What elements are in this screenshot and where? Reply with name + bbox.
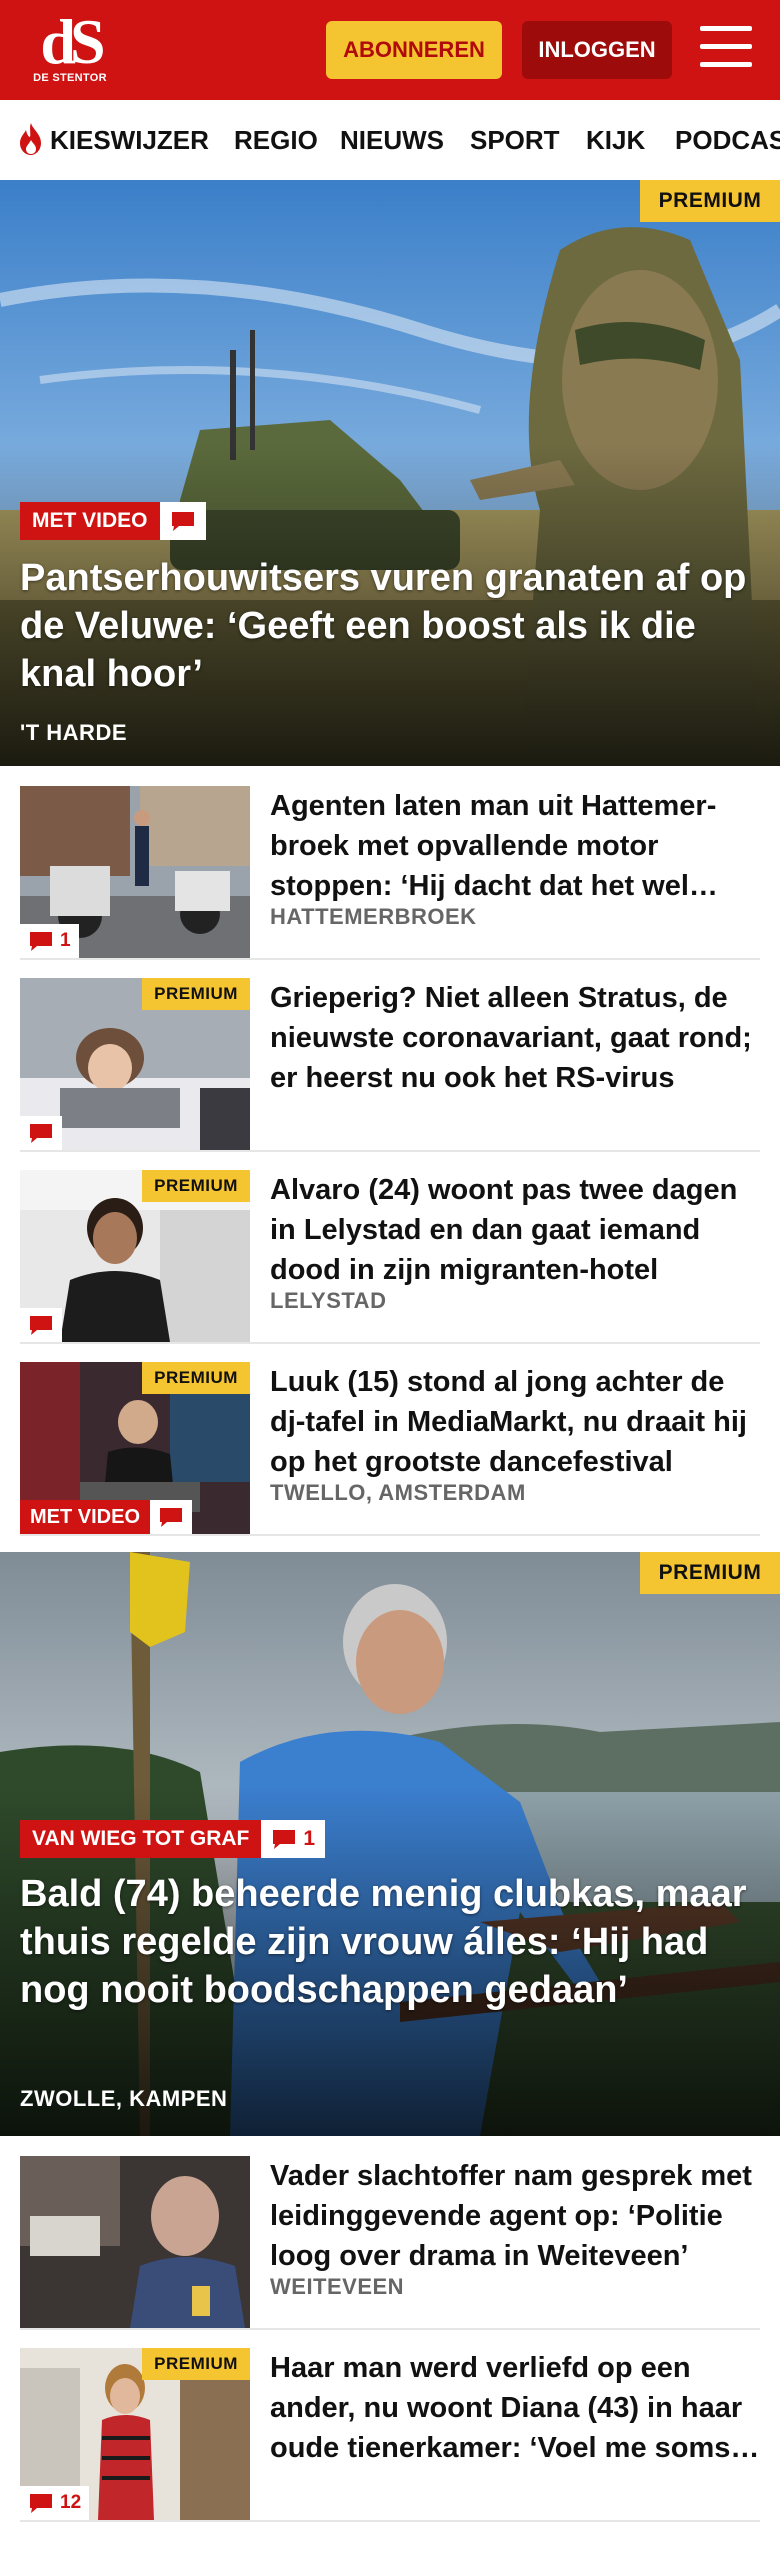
hero-title[interactable]: Bald (74) beheerde menig clubkas, maar t…: [20, 1870, 760, 2014]
hero-location: ZWOLLE, KAMPEN: [20, 2086, 228, 2111]
video-tag: MET VIDEO: [20, 502, 160, 540]
video-tag: MET VIDEO: [20, 1500, 151, 1534]
premium-badge: PREMIUM: [142, 1362, 250, 1394]
subscribe-button[interactable]: ABONNEREN: [326, 21, 502, 79]
list-item[interactable]: PREMIUM 12 Haar man werd verliefd op een…: [20, 2328, 760, 2522]
list-item[interactable]: PREMIUM Grieperig? Niet alleen Stratus, …: [20, 958, 760, 1152]
article-location: WEITEVEEN: [270, 2274, 405, 2299]
thumb-tags: MET VIDEO: [20, 1500, 193, 1534]
article-location: TWELLO, AMSTERDAM: [270, 1480, 526, 1505]
comment-bubble-icon: [171, 512, 194, 531]
nav-item-sport[interactable]: SPORT: [470, 100, 560, 180]
article-title[interactable]: Grieperig? Niet alleen Stratus, de nieuw…: [270, 978, 760, 1098]
hero-tags: VAN WIEG TOT GRAF 1: [20, 1820, 326, 1858]
thumb-tags: [20, 1308, 62, 1342]
nav-label: KIESWIJZER: [50, 125, 209, 155]
list-item[interactable]: Vader slachtoffer nam gesprek met leidin…: [20, 2136, 760, 2330]
article-title[interactable]: Agenten laten man uit Hattemer­broek met…: [270, 786, 760, 906]
comment-count: 1: [261, 1820, 326, 1858]
hero-article[interactable]: PREMIUM MET VIDEO Pantserhouwitsers vure…: [0, 180, 780, 766]
comment-count: 1: [20, 924, 79, 958]
comment-count: [20, 1308, 62, 1342]
list-item[interactable]: PREMIUM MET VIDEO Luuk (15) stond al jon…: [20, 1342, 760, 1536]
nav-item-kijk[interactable]: KIJK: [586, 100, 645, 180]
premium-badge: PREMIUM: [640, 180, 780, 222]
logo-mark: dS: [40, 6, 105, 77]
premium-badge: PREMIUM: [142, 978, 250, 1010]
comment-bubble-icon: [30, 932, 52, 951]
article-thumbnail: PREMIUM: [20, 978, 250, 1150]
main-nav: KIESWIJZER REGIO NIEUWS SPORT KIJK PODCA…: [0, 100, 780, 181]
nav-item-regio[interactable]: REGIO: [234, 100, 318, 180]
article-thumbnail: PREMIUM MET VIDEO: [20, 1362, 250, 1534]
comment-badge: [159, 502, 206, 540]
premium-badge: PREMIUM: [640, 1552, 780, 1594]
logo-subtitle: DE STENTOR: [33, 72, 107, 84]
thumb-tags: [20, 1116, 62, 1150]
comment-count: [20, 1116, 62, 1150]
comment-count: [150, 1500, 193, 1534]
thumb-tags: 12: [20, 2486, 90, 2520]
hero-title[interactable]: Pantserhouwitsers vuren granaten af op d…: [20, 554, 760, 698]
hero-location: 'T HARDE: [20, 720, 128, 745]
hero-tags: MET VIDEO: [20, 502, 206, 540]
article-thumbnail: PREMIUM 12: [20, 2348, 250, 2520]
list-item[interactable]: 1 Agenten laten man uit Hattemer­broek m…: [20, 766, 760, 960]
premium-badge: PREMIUM: [142, 2348, 250, 2380]
nav-item-podcast[interactable]: PODCAS: [675, 100, 780, 180]
nav-item-nieuws[interactable]: NIEUWS: [340, 100, 444, 180]
login-button[interactable]: INLOGGEN: [522, 21, 672, 79]
hero-article[interactable]: PREMIUM VAN WIEG TOT GRAF 1 Bald (74) be…: [0, 1552, 780, 2136]
article-title[interactable]: Haar man werd verliefd op een ander, nu …: [270, 2348, 760, 2468]
list-item[interactable]: PREMIUM Alvaro (24) woont pas twee dagen…: [20, 1150, 760, 1344]
article-title[interactable]: Alvaro (24) woont pas twee dagen in Lely…: [270, 1170, 760, 1290]
nav-item-kieswijzer[interactable]: KIESWIJZER: [16, 100, 209, 180]
article-title[interactable]: Vader slachtoffer nam gesprek met leidin…: [270, 2156, 760, 2276]
comment-count: 12: [20, 2486, 90, 2520]
article-thumbnail: PREMIUM: [20, 1170, 250, 1342]
thumbnail-image: [20, 2156, 250, 2328]
hamburger-menu-icon[interactable]: [700, 26, 752, 72]
article-thumbnail: [20, 2156, 250, 2328]
logo[interactable]: dS DE STENTOR: [28, 6, 112, 86]
comment-bubble-icon: [160, 1508, 183, 1527]
comment-bubble-icon: [30, 1316, 52, 1335]
comment-bubble-icon: [273, 1830, 296, 1849]
article-thumbnail: 1: [20, 786, 250, 958]
thumb-tags: 1: [20, 924, 79, 958]
comment-bubble-icon: [30, 1124, 52, 1143]
site-header: dS DE STENTOR ABONNEREN INLOGGEN: [0, 0, 780, 100]
article-location: HATTEMERBROEK: [270, 904, 477, 929]
article-title[interactable]: Luuk (15) stond al jong achter de dj-taf…: [270, 1362, 760, 1482]
comment-bubble-icon: [30, 2494, 52, 2513]
article-location: LELYSTAD: [270, 1288, 387, 1313]
flame-icon: [20, 123, 41, 156]
premium-badge: PREMIUM: [142, 1170, 250, 1202]
section-tag: VAN WIEG TOT GRAF: [20, 1820, 262, 1858]
